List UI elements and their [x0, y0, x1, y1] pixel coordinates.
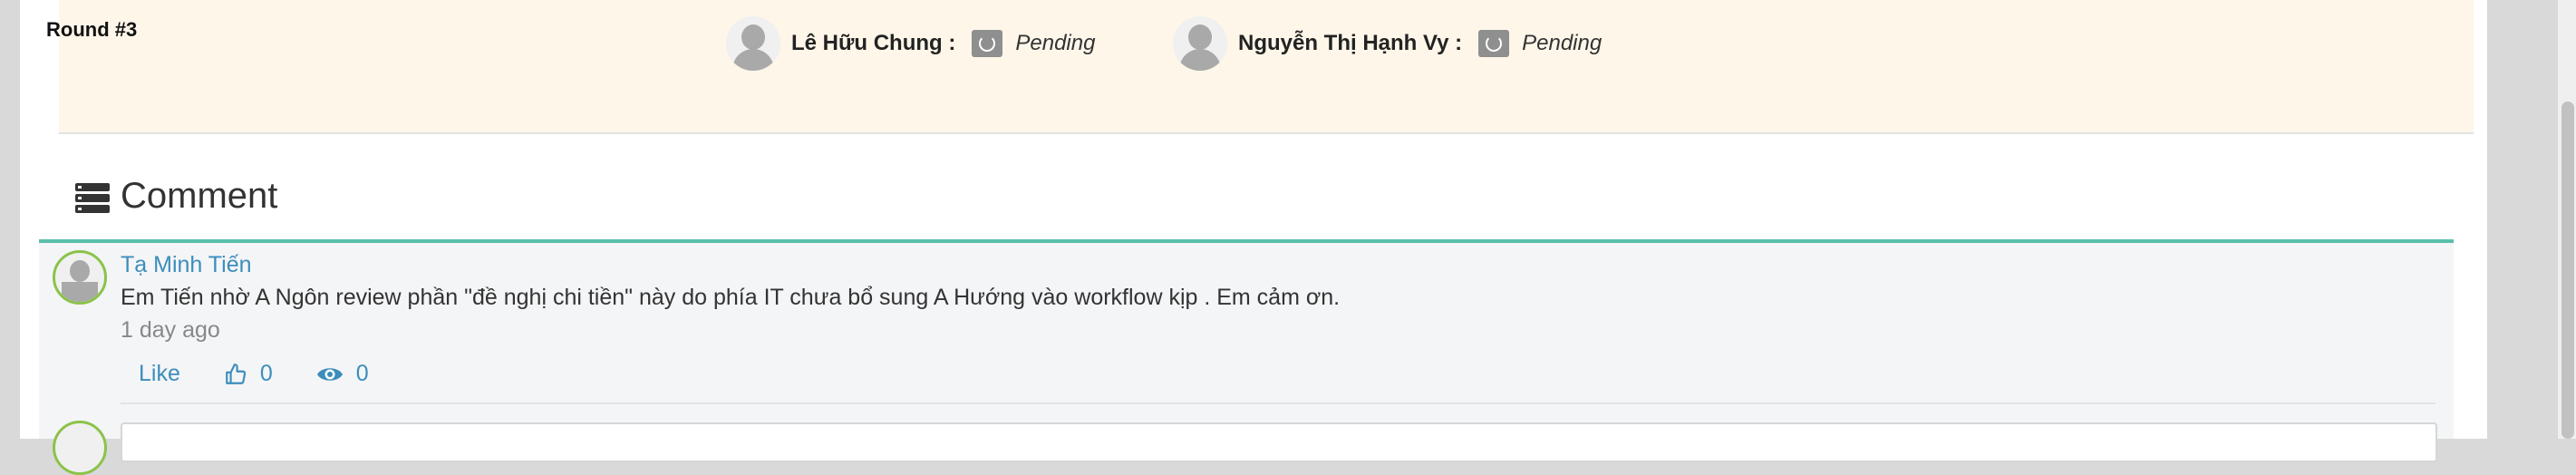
approver-name: Nguyễn Thị Hạnh Vy :	[1238, 31, 1463, 55]
section-title: Comment	[121, 176, 278, 216]
thumbs-up-icon	[226, 363, 247, 384]
comment-item: Tạ Minh Tiến Em Tiến nhờ A Ngôn review p…	[39, 243, 2454, 475]
pending-spinner-icon	[972, 30, 1003, 57]
scrollbar-thumb[interactable]	[2561, 102, 2574, 439]
avatar	[53, 250, 107, 305]
view-count-value: 0	[355, 361, 369, 386]
approver-status: Pending	[1522, 31, 1603, 55]
comment-timestamp: 1 day ago	[121, 317, 220, 343]
approver-name: Lê Hữu Chung :	[791, 31, 956, 55]
page-gutter	[0, 0, 20, 439]
divider	[121, 402, 2436, 404]
approver-item: Nguyễn Thị Hạnh Vy : Pending	[1173, 15, 1602, 73]
like-count: 0	[259, 361, 273, 386]
round-label: Round #3	[46, 18, 138, 41]
avatar	[726, 16, 780, 71]
approver-status: Pending	[1015, 31, 1096, 55]
reply-input[interactable]	[121, 422, 2437, 462]
comment-section-header: Comment	[39, 169, 2454, 243]
comment-actions: Like 0 0	[139, 361, 412, 387]
comment-text: Em Tiến nhờ A Ngôn review phần "đề nghị …	[121, 285, 1341, 310]
eye-icon	[316, 367, 343, 381]
like-count-button[interactable]: 0	[224, 361, 273, 387]
comment-author-link[interactable]: Tạ Minh Tiến	[121, 252, 252, 278]
view-count: 0	[316, 361, 369, 387]
like-button[interactable]: Like	[139, 361, 180, 387]
approver-item: Lê Hữu Chung : Pending	[726, 15, 1095, 73]
avatar	[1173, 16, 1227, 71]
pending-spinner-icon	[1478, 30, 1510, 57]
server-list-icon	[75, 183, 110, 214]
avatar	[53, 421, 107, 475]
